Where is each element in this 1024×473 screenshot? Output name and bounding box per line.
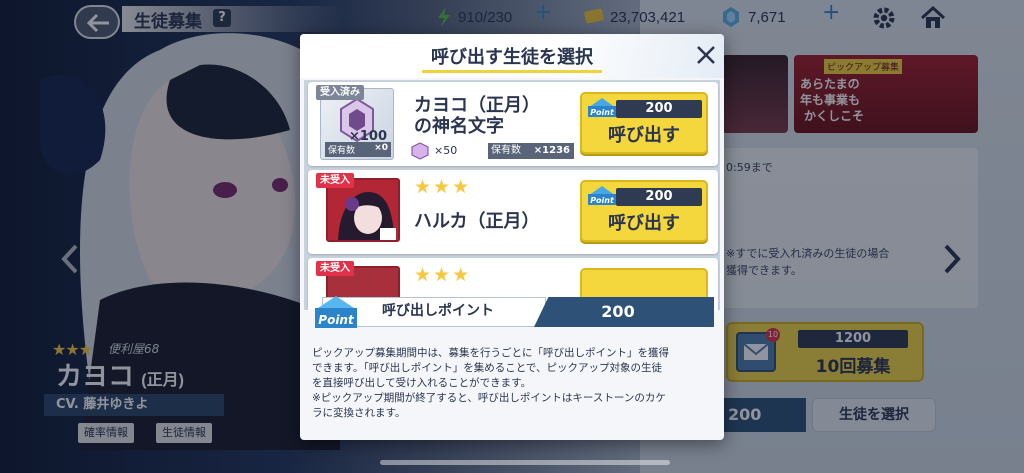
points-value: 200 [601,302,635,321]
description-line-5: ラに変換されます。 [312,407,406,419]
fragment-own-label: 保有数 [491,145,521,156]
thumb-own-value: ×0 [374,143,388,153]
status-badge: 未受入 [316,173,354,188]
point-envelope-text: Point [318,313,355,327]
bottom-scroll-indicator [380,460,670,465]
call-button[interactable]: Point 200 呼び出す [580,92,708,154]
call-label: 呼び出す [608,125,680,145]
point-icon-text: Point [590,196,615,205]
description-line-3: を直接呼び出して受け入れることができます。 [312,377,532,389]
description-text: ピックアップ募集期間中は、募集を行うごとに「呼び出しポイント」を獲得 できます。… [312,346,714,421]
select-student-modal: 呼び出す生徒を選択 受入済み ×100 保有数 ×0 カヨコ（正月） の神名文字 [300,34,724,440]
fragment-own-value: ×1236 [533,145,570,156]
point-envelope-icon: Point [315,296,357,328]
fragment-own: 保有数 ×1236 [488,143,574,159]
rarity-stars: ★★★ [414,264,472,286]
point-icon: Point [588,98,616,117]
points-label: 呼び出しポイント [382,303,494,319]
description-line-2: できます。「呼び出しポイント」を集めることで、ピックアップ対象の生徒 [312,362,662,374]
fragment-qty: ×50 [434,144,458,157]
list-item-haruka[interactable]: 未受入 ★★★ ハルカ（正月） Point 200 呼び出す [308,170,718,254]
status-badge: 未受入 [316,261,354,276]
modal-title: 呼び出す生徒を選択 [431,47,593,67]
rarity-stars: ★★★ [414,176,472,198]
point-icon: Point [588,186,616,205]
student-name: ハルカ（正月） [414,211,540,231]
call-label: 呼び出す [608,213,680,233]
close-icon[interactable] [693,42,719,68]
item-name-line-1: カヨコ（正月） [414,95,540,115]
fragment-icon [411,142,429,160]
description-line-1: ピックアップ募集期間中は、募集を行うごとに「呼び出しポイント」を獲得 [312,347,669,359]
description-line-4: ※ピックアップ期間が終了すると、呼び出しポイントはキーストーンのカケ [312,392,666,404]
list-item-kayoko-name[interactable]: 受入済み ×100 保有数 ×0 カヨコ（正月） の神名文字 ×50 保有数 ×… [308,82,718,166]
item-name-line-2: の神名文字 [414,116,504,136]
point-icon-text: Point [590,108,615,117]
call-points-bar: Point 呼び出しポイント 200 [312,294,714,330]
call-cost: 200 [616,188,702,206]
thumb-own-label: 保有数 [328,146,356,156]
thumb-own: 保有数 ×0 [325,142,391,157]
call-cost: 200 [616,100,702,118]
call-button[interactable]: Point 200 呼び出す [580,180,708,242]
title-underline [422,70,602,73]
status-badge: 受入済み [316,85,364,100]
student-list[interactable]: 受入済み ×100 保有数 ×0 カヨコ（正月） の神名文字 ×50 保有数 ×… [304,80,720,310]
